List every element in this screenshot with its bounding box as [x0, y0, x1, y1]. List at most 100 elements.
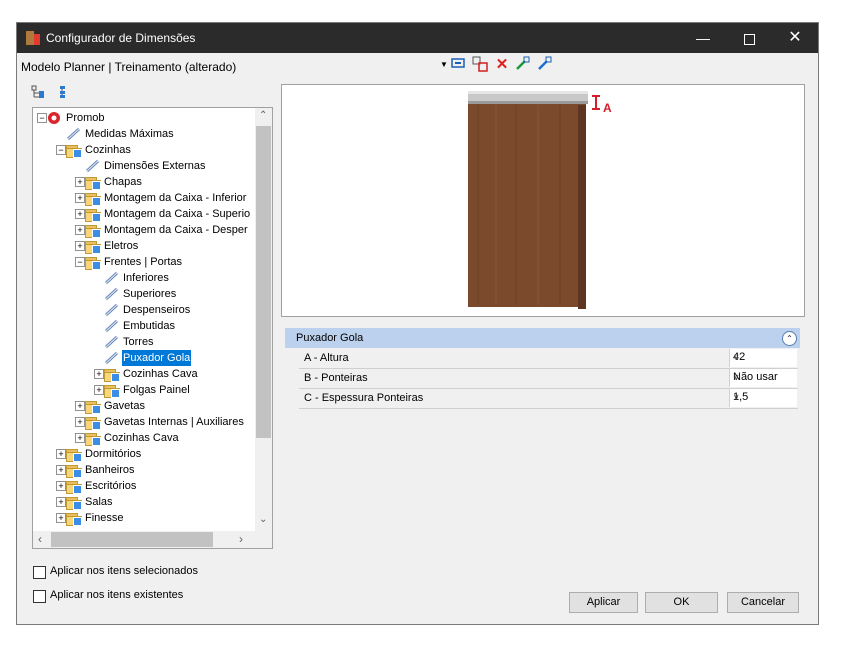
checkbox-box[interactable]: [33, 590, 46, 603]
export-icon[interactable]: [535, 56, 553, 74]
window-title: Configurador de Dimensões: [46, 31, 196, 45]
app-icon: [26, 31, 40, 45]
cancel-button[interactable]: Cancelar: [727, 592, 799, 613]
tree-item[interactable]: − Frentes | Portas: [33, 254, 255, 270]
dimension-label: A: [603, 101, 612, 115]
scroll-thumb[interactable]: [256, 126, 271, 438]
tree-item-label: Embutidas: [123, 320, 175, 332]
tree-panel: − Promob Medidas Máximas − Cozinhas Dimensões…: [32, 107, 273, 549]
tree-item-label: Finesse: [85, 512, 124, 524]
tree-vertical-scrollbar[interactable]: ⌃ ⌄: [255, 108, 272, 532]
scroll-down-icon[interactable]: ⌄: [259, 514, 267, 525]
property-value-dropdown[interactable]: 42 ∨: [729, 349, 797, 367]
tree-item[interactable]: + Folgas Painel: [33, 382, 255, 398]
tree-item-label: Inferiores: [123, 272, 169, 284]
checkbox-box[interactable]: [33, 566, 46, 579]
tree-item[interactable]: Dimensões Externas: [33, 158, 255, 174]
scroll-up-icon[interactable]: ⌃: [259, 110, 267, 121]
tree-item[interactable]: + Montagem da Caixa - Desper: [33, 222, 255, 238]
preview-3d: A: [281, 84, 805, 317]
close-button[interactable]: ✕: [772, 23, 818, 53]
expand-node-icon[interactable]: +: [75, 225, 85, 235]
expand-node-icon[interactable]: +: [75, 193, 85, 203]
expand-node-icon[interactable]: +: [75, 417, 85, 427]
tree-item[interactable]: Embutidas: [33, 318, 255, 334]
tree-item[interactable]: + Escritórios: [33, 478, 255, 494]
delete-icon[interactable]: ✕: [493, 56, 511, 74]
tree-item[interactable]: Medidas Máximas: [33, 126, 255, 142]
folder-icon: [66, 495, 82, 510]
tree-item[interactable]: Despenseiros: [33, 302, 255, 318]
hscroll-thumb[interactable]: [51, 532, 213, 547]
tree-item[interactable]: Puxador Gola: [33, 350, 255, 366]
expand-all-icon[interactable]: [31, 85, 45, 99]
expand-node-icon[interactable]: +: [56, 481, 66, 491]
tree-item[interactable]: + Cozinhas Cava: [33, 430, 255, 446]
expand-node-icon[interactable]: +: [75, 241, 85, 251]
tree-item-label: Medidas Máximas: [85, 128, 174, 140]
dimension-icon[interactable]: [449, 56, 467, 74]
tree-item[interactable]: + Finesse: [33, 510, 255, 526]
scroll-right-icon[interactable]: ›: [239, 532, 243, 546]
tree-item[interactable]: + Chapas: [33, 174, 255, 190]
tree-item[interactable]: + Montagem da Caixa - Inferior: [33, 190, 255, 206]
tree-item[interactable]: Torres: [33, 334, 255, 350]
tree-item[interactable]: − Promob: [33, 110, 255, 126]
apply-existing-label: Aplicar nos itens existentes: [50, 589, 184, 601]
tree-item-label: Dimensões Externas: [104, 160, 206, 172]
scroll-left-icon[interactable]: ‹: [38, 532, 42, 546]
collapse-node-icon[interactable]: −: [75, 257, 85, 267]
collapse-node-icon[interactable]: −: [37, 113, 47, 123]
tree-item[interactable]: + Montagem da Caixa - Superio: [33, 206, 255, 222]
folder-icon: [104, 383, 120, 398]
import-icon[interactable]: [513, 56, 531, 74]
chevron-down-icon[interactable]: ∨: [733, 392, 794, 403]
minimize-button[interactable]: —: [680, 23, 726, 53]
tree-item[interactable]: Superiores: [33, 286, 255, 302]
expand-node-icon[interactable]: +: [56, 513, 66, 523]
tree-item-label: Cozinhas Cava: [104, 432, 179, 444]
tree-item[interactable]: + Dormitórios: [33, 446, 255, 462]
tree-item[interactable]: Inferiores: [33, 270, 255, 286]
folder-icon: [66, 143, 82, 158]
collapse-icon[interactable]: ⌃: [782, 331, 797, 346]
tree-item-label: Montagem da Caixa - Inferior: [104, 192, 247, 204]
tree-item-label: Promob: [66, 112, 105, 124]
tree-item[interactable]: + Gavetas Internas | Auxiliares: [33, 414, 255, 430]
expand-node-icon[interactable]: +: [94, 385, 104, 395]
tree-item[interactable]: + Salas: [33, 494, 255, 510]
tree-item-label: Puxador Gola: [122, 350, 192, 366]
tree-item-label: Cozinhas Cava: [123, 368, 198, 380]
title-bar: Configurador de Dimensões — ✕: [17, 23, 818, 53]
collapse-all-icon[interactable]: [57, 85, 71, 99]
expand-node-icon[interactable]: +: [56, 497, 66, 507]
expand-node-icon[interactable]: +: [75, 401, 85, 411]
expand-node-icon[interactable]: +: [75, 433, 85, 443]
property-value-dropdown[interactable]: 1,5 ∨: [729, 389, 797, 407]
property-section-header[interactable]: Puxador Gola ⌃: [285, 328, 800, 348]
expand-node-icon[interactable]: +: [94, 369, 104, 379]
chevron-down-icon[interactable]: ∨: [733, 372, 794, 383]
tree-item[interactable]: + Eletros: [33, 238, 255, 254]
property-value-dropdown[interactable]: Não usar ∨: [729, 369, 797, 387]
pencil-icon: [104, 335, 120, 349]
tree-horizontal-scrollbar[interactable]: ‹ ›: [33, 531, 272, 548]
expand-node-icon[interactable]: +: [56, 449, 66, 459]
apply-button[interactable]: Aplicar: [569, 592, 638, 613]
folder-icon: [85, 399, 101, 414]
maximize-button[interactable]: [726, 23, 772, 53]
expand-node-icon[interactable]: +: [75, 209, 85, 219]
tree-item[interactable]: − Cozinhas: [33, 142, 255, 158]
chevron-down-icon[interactable]: ∨: [733, 352, 794, 363]
collapse-node-icon[interactable]: −: [56, 145, 66, 155]
property-name: A - Altura: [304, 352, 349, 364]
tree-item[interactable]: + Gavetas: [33, 398, 255, 414]
tree-item[interactable]: + Cozinhas Cava: [33, 366, 255, 382]
expand-node-icon[interactable]: +: [56, 465, 66, 475]
tree-item[interactable]: + Banheiros: [33, 462, 255, 478]
ok-button[interactable]: OK: [645, 592, 718, 613]
tree-item-label: Gavetas: [104, 400, 145, 412]
copy-icon[interactable]: [471, 56, 489, 74]
tree-item-label: Escritórios: [85, 480, 137, 492]
expand-node-icon[interactable]: +: [75, 177, 85, 187]
